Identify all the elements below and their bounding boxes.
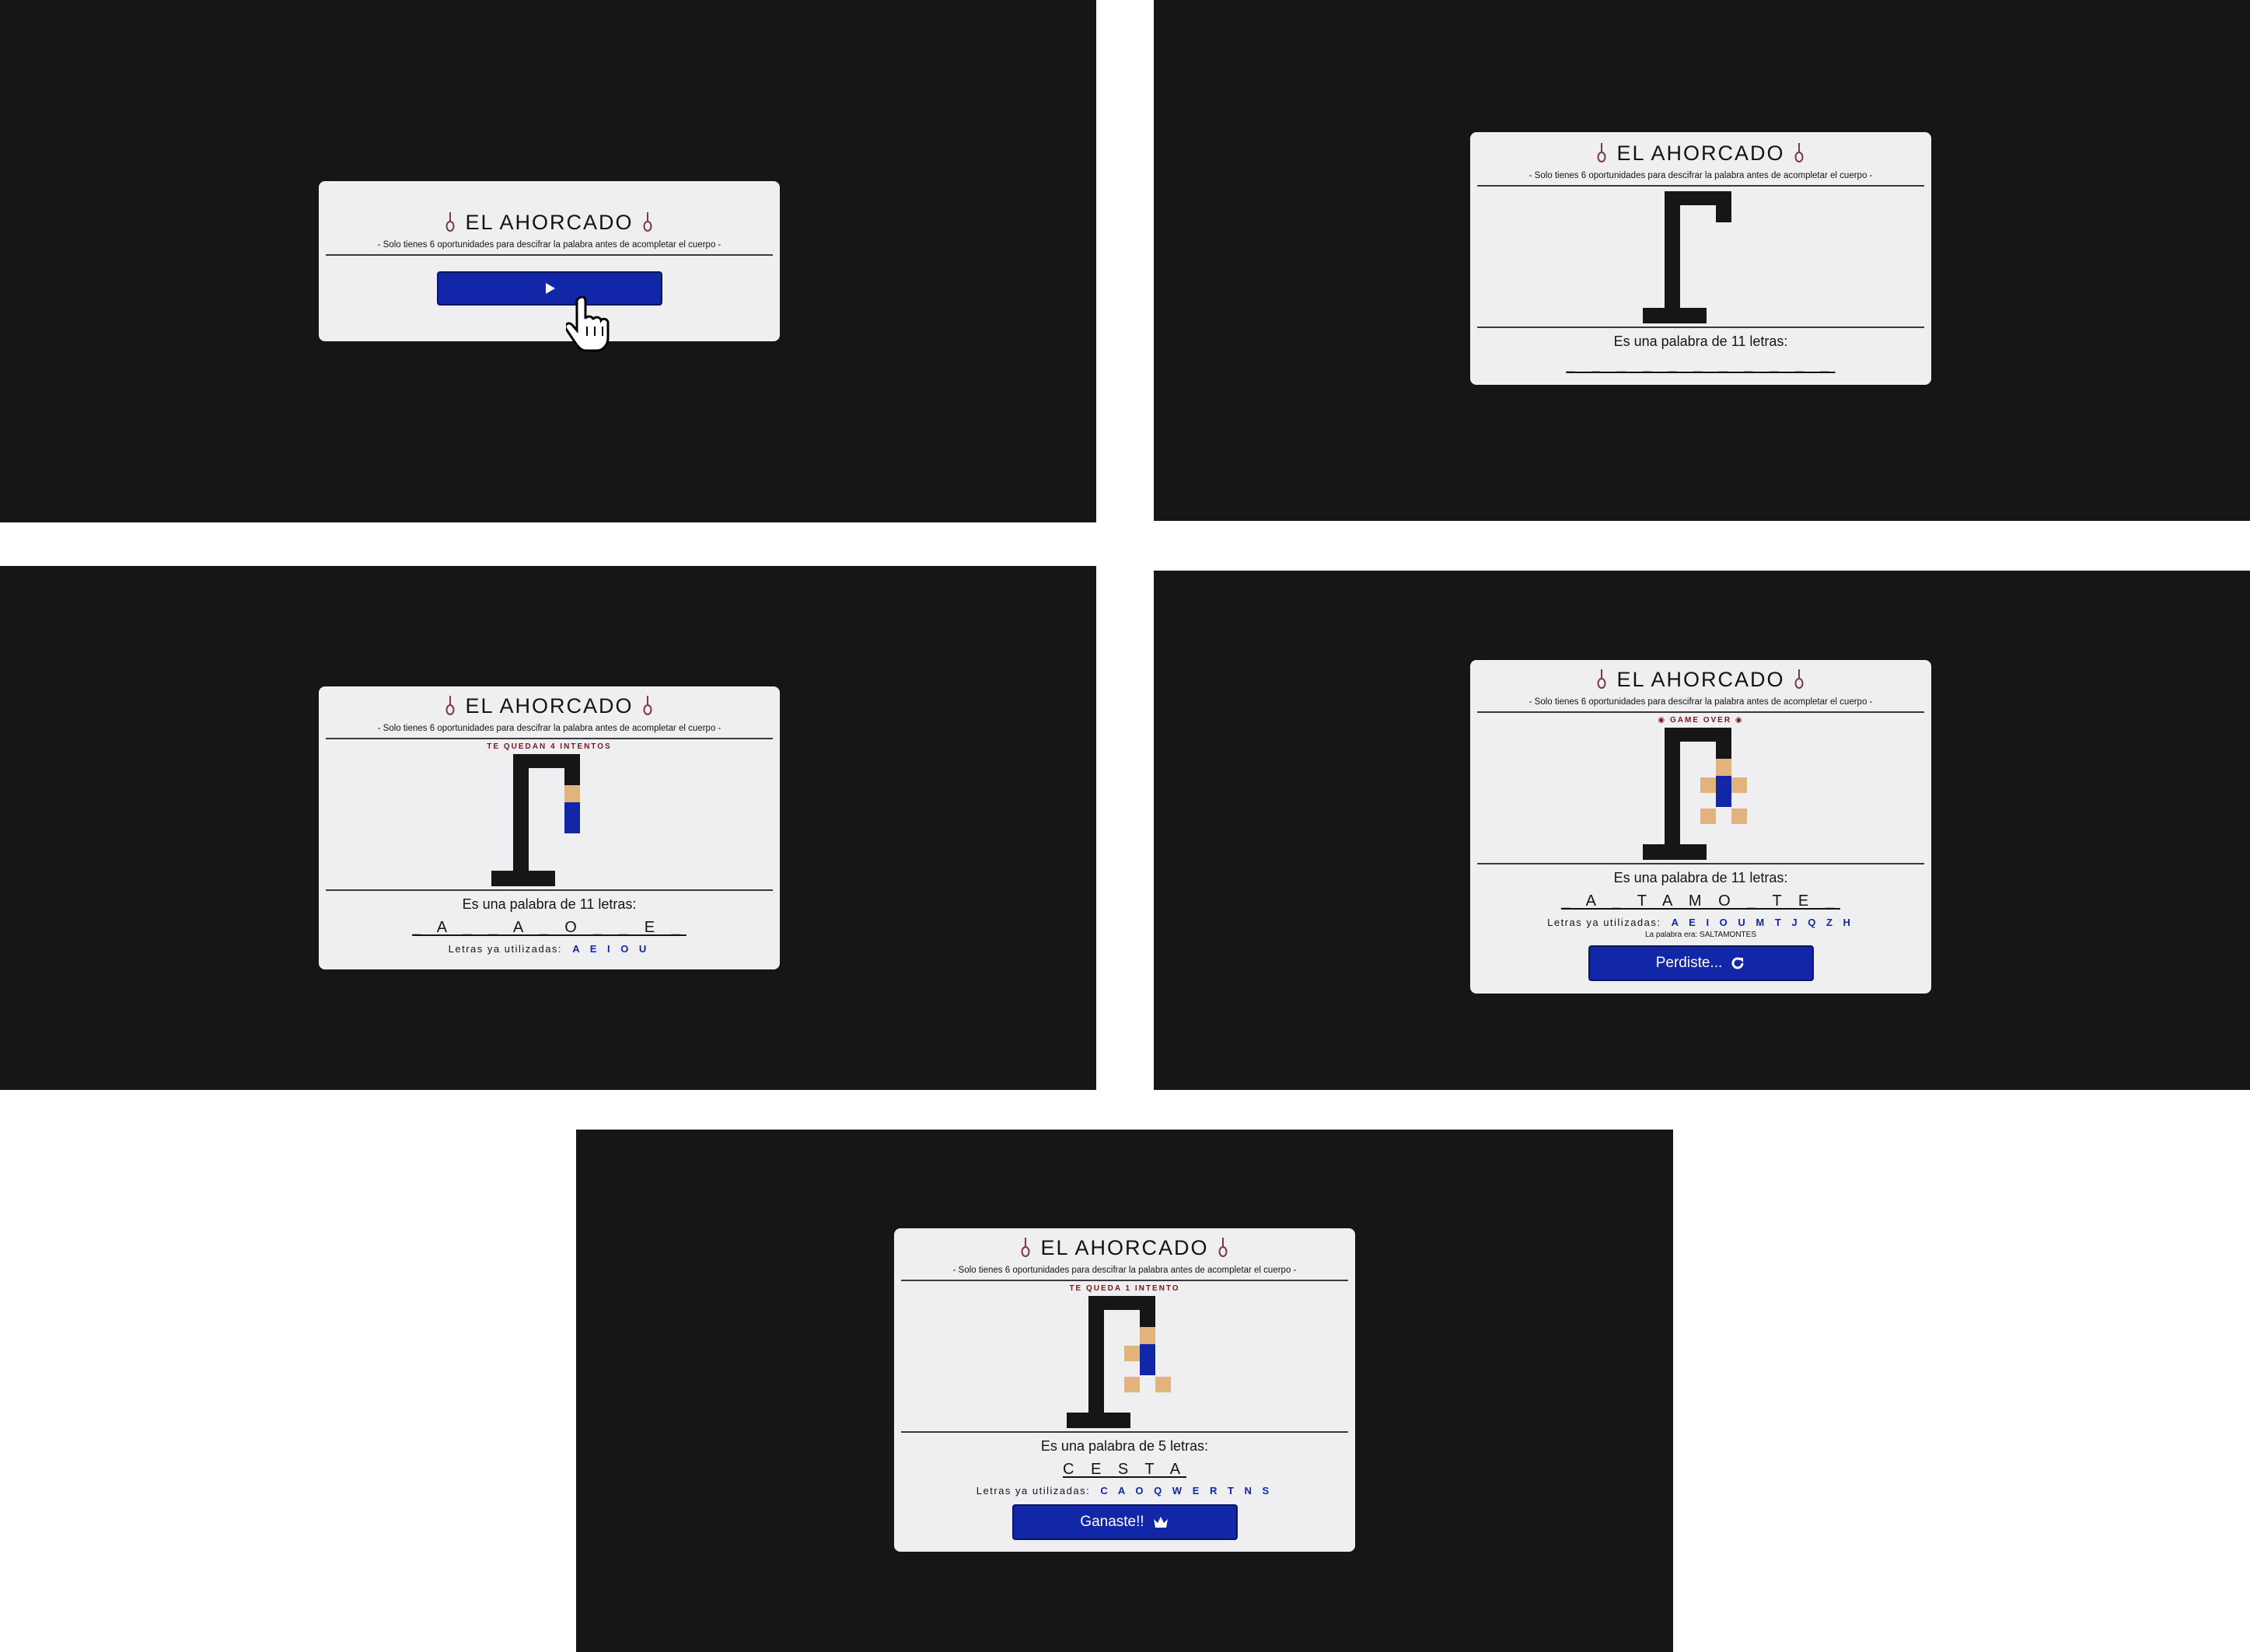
- divider: [326, 889, 773, 891]
- body-left-leg: [1700, 809, 1716, 824]
- used-letters-list: A E I O U M T J Q Z H: [1671, 917, 1854, 928]
- skull-icon: ◉: [1735, 716, 1744, 725]
- body-head: [1139, 1327, 1155, 1344]
- gallows-drawing: [1642, 191, 1759, 327]
- divider: [1477, 863, 1924, 864]
- word-info: Es una palabra de 11 letras:: [462, 896, 637, 912]
- title-text: EL AHORCADO: [1616, 668, 1785, 691]
- word-info: Es una palabra de 5 letras:: [1040, 1438, 1209, 1454]
- retry-button-label: Perdiste...: [1655, 955, 1723, 971]
- retry-button[interactable]: Perdiste...: [1588, 945, 1814, 981]
- word-info: Es una palabra de 11 letras:: [1613, 870, 1788, 885]
- subtitle: - Solo tienes 6 oportunidades para desci…: [1529, 697, 1873, 707]
- divider: [1477, 327, 1924, 328]
- game-title: EL AHORCADO: [326, 209, 773, 236]
- divider: [326, 738, 773, 739]
- crown-icon: [1153, 1517, 1168, 1528]
- body-torso: [1139, 1344, 1155, 1375]
- word-info: Es una palabra de 11 letras:: [1613, 334, 1788, 349]
- noose-icon: [1794, 669, 1804, 689]
- subtitle: - Solo tienes 6 oportunidades para desci…: [377, 724, 721, 733]
- body-right-arm: [1731, 777, 1747, 793]
- divider: [1477, 185, 1924, 187]
- used-letters: Letras ya utilizadas: A E I O U: [326, 942, 773, 956]
- body-left-arm: [1700, 777, 1716, 793]
- game-card: EL AHORCADO - Solo tienes 6 oportunidade…: [1470, 660, 1931, 994]
- skull-icon: ◉: [1658, 716, 1667, 725]
- word-blanks: _ A _ T A M O _ T E _: [1561, 892, 1840, 910]
- used-letters-label: Letras ya utilizadas:: [448, 943, 563, 955]
- word-blanks: _ _ _ _ _ _ _ _ _ _ _: [1566, 356, 1836, 373]
- noose-icon: [1597, 143, 1606, 162]
- play-button[interactable]: [436, 271, 662, 306]
- used-letters: Letras ya utilizadas: A E I O U M T J Q …: [1477, 916, 1924, 930]
- game-over-status: ◉ GAME OVER ◉: [1477, 715, 1924, 726]
- body-torso: [564, 802, 580, 833]
- play-again-button[interactable]: Ganaste!!: [1011, 1504, 1238, 1540]
- used-letters-list: A E I O U: [572, 943, 651, 955]
- game-card: EL AHORCADO - Solo tienes 6 oportunidade…: [319, 686, 780, 969]
- noose-icon: [1794, 143, 1804, 162]
- attempts-status: TE QUEDAN 4 INTENTOS: [487, 742, 612, 751]
- noose-icon: [445, 696, 455, 715]
- gallows-drawing: [1066, 1296, 1183, 1431]
- body-right-leg: [1731, 809, 1747, 824]
- body-left-arm: [1123, 1346, 1140, 1361]
- body-head: [564, 785, 580, 802]
- used-letters-label: Letras ya utilizadas:: [976, 1485, 1091, 1497]
- screenshot-won: EL AHORCADO - Solo tienes 6 oportunidade…: [576, 1130, 1673, 1652]
- gallows-drawing: [1642, 728, 1759, 863]
- noose-icon: [643, 696, 652, 715]
- body-torso: [1715, 776, 1731, 807]
- used-letters: Letras ya utilizadas: C A O Q W E R T N …: [901, 1484, 1348, 1498]
- divider: [901, 1431, 1348, 1433]
- screenshot-start: EL AHORCADO - Solo tienes 6 oportunidade…: [0, 0, 1096, 522]
- game-title: EL AHORCADO: [326, 693, 773, 719]
- noose-icon: [643, 212, 652, 232]
- refresh-icon: [1731, 957, 1744, 969]
- title-text: EL AHORCADO: [465, 211, 634, 234]
- play-again-button-label: Ganaste!!: [1080, 1514, 1144, 1530]
- noose-icon: [1218, 1238, 1228, 1257]
- used-letters-list: C A O Q W E R T N S: [1100, 1485, 1273, 1497]
- body-head: [1715, 759, 1731, 776]
- game-title: EL AHORCADO: [901, 1235, 1348, 1261]
- noose-icon: [1021, 1238, 1030, 1257]
- used-letters-label: Letras ya utilizadas:: [1547, 917, 1661, 928]
- game-title: EL AHORCADO: [1477, 666, 1924, 693]
- game-card: EL AHORCADO - Solo tienes 6 oportunidade…: [894, 1228, 1355, 1552]
- noose-icon: [445, 212, 455, 232]
- word-blanks: C E S T A: [1062, 1461, 1187, 1478]
- divider: [326, 254, 773, 256]
- screenshot-new-game: EL AHORCADO - Solo tienes 6 oportunidade…: [1154, 0, 2250, 521]
- game-over-text: GAME OVER: [1669, 716, 1732, 725]
- subtitle: - Solo tienes 6 oportunidades para desci…: [1529, 171, 1873, 180]
- body-right-leg: [1155, 1377, 1171, 1392]
- attempts-status: TE QUEDA 1 INTENTO: [1069, 1284, 1180, 1293]
- title-text: EL AHORCADO: [1616, 141, 1785, 165]
- hand-cursor-icon: [566, 295, 610, 352]
- subtitle: - Solo tienes 6 oportunidades para desci…: [377, 240, 721, 250]
- gallows-drawing: [491, 754, 608, 889]
- noose-icon: [1597, 669, 1606, 689]
- screenshot-lost: EL AHORCADO - Solo tienes 6 oportunidade…: [1154, 571, 2250, 1090]
- answer-reveal: La palabra era: SALTAMONTES: [1644, 931, 1757, 939]
- game-card: EL AHORCADO - Solo tienes 6 oportunidade…: [319, 181, 780, 341]
- title-text: EL AHORCADO: [465, 694, 634, 718]
- screenshot-in-progress: EL AHORCADO - Solo tienes 6 oportunidade…: [0, 566, 1096, 1090]
- play-icon: [545, 283, 555, 294]
- subtitle: - Solo tienes 6 oportunidades para desci…: [952, 1266, 1297, 1275]
- divider: [1477, 711, 1924, 713]
- body-left-leg: [1123, 1377, 1140, 1392]
- game-title: EL AHORCADO: [1477, 140, 1924, 166]
- game-card: EL AHORCADO - Solo tienes 6 oportunidade…: [1470, 132, 1931, 385]
- title-text: EL AHORCADO: [1040, 1236, 1209, 1259]
- word-blanks: _ A _ _ A _ O _ _ E _: [412, 919, 687, 936]
- divider: [901, 1280, 1348, 1281]
